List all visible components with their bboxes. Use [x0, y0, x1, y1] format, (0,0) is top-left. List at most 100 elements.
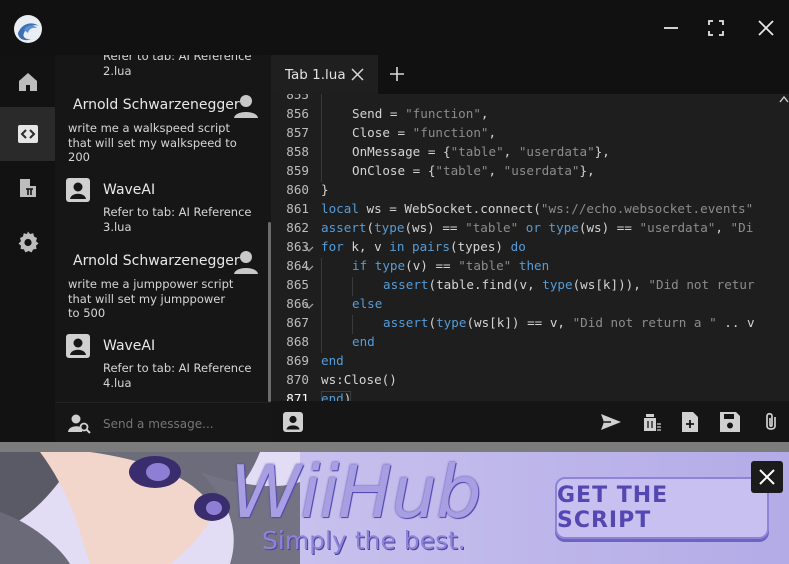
code-line: OnMessage = {"table", "userdata"}, [352, 144, 610, 159]
script-hub-icon [19, 179, 36, 197]
code-token: , [488, 163, 504, 178]
code-line: Send = "function", [352, 106, 489, 121]
add-tab-icon[interactable] [389, 66, 405, 82]
title-bar [0, 0, 789, 55]
tab-tab-1[interactable]: Tab 1.lua [271, 55, 378, 94]
chat-input-row [55, 402, 271, 442]
code-token: } [321, 182, 329, 197]
line-number: 855 [286, 94, 309, 102]
chat-sender-name: WaveAI [103, 338, 156, 354]
scroll-up-icon[interactable] [779, 95, 789, 103]
close-tab-icon[interactable] [351, 68, 364, 81]
code-token: (table.find(v, [428, 277, 543, 292]
code-token: OnMessage = { [352, 144, 451, 159]
code-token: local [321, 201, 359, 216]
chat-message-input[interactable] [101, 413, 267, 435]
line-number: 869 [286, 353, 309, 368]
code-token: ( [428, 315, 437, 330]
code-token: or [518, 220, 549, 235]
code-area[interactable]: 855 856 857 858 859 860 861 862 863 864 865 866 867 8… [271, 94, 789, 401]
line-number: 856 [286, 106, 309, 121]
indent-guide [352, 277, 353, 296]
indent-guide [352, 315, 353, 334]
new-file-icon[interactable] [679, 411, 701, 433]
attach-icon[interactable] [759, 411, 781, 433]
editor-tab-bar: Tab 1.lua [271, 55, 789, 94]
gear-icon [18, 231, 38, 253]
code-token: then [518, 258, 550, 273]
code-token: "userdata" [518, 144, 595, 159]
code-line: if type(v) == "table" then [352, 258, 549, 273]
code-token: "Did not return a " [572, 315, 717, 330]
code-token: "Di [730, 220, 754, 235]
code-token: do [510, 239, 526, 254]
close-icon[interactable] [754, 16, 778, 40]
save-icon[interactable] [719, 411, 741, 433]
chat-message-text: write me a jumppower script that will se… [68, 277, 234, 320]
maximize-icon[interactable] [704, 16, 728, 40]
code-line: OnClose = {"table", "userdata"}, [352, 163, 595, 178]
code-token: if [352, 258, 368, 273]
chat-sender-name: WaveAI [103, 182, 156, 198]
line-number: 861 [286, 201, 309, 216]
code-token: k, v [343, 239, 390, 254]
line-number: 860 [286, 182, 309, 197]
ai-assistant-icon[interactable] [282, 411, 304, 433]
ad-close-button[interactable] [751, 461, 783, 493]
left-navigation [0, 55, 55, 442]
code-token: "table" [450, 144, 504, 159]
wave-executor-window: Refer to tab: AI Reference 2.lua Arnold … [0, 0, 789, 442]
nav-home[interactable] [0, 55, 55, 109]
code-token: }, [594, 144, 610, 159]
ai-chat-panel: Refer to tab: AI Reference 2.lua Arnold … [55, 55, 271, 442]
editor-toolbar [271, 401, 789, 442]
code-token: Close = [352, 125, 413, 140]
line-number: 865 [286, 277, 309, 292]
code-token: type [548, 220, 579, 235]
code-token: "Did not retur [648, 277, 755, 292]
indent-guide [321, 106, 322, 125]
fold-chevron-icon[interactable] [304, 263, 314, 273]
code-token: pairs [412, 239, 450, 254]
user-avatar-icon [234, 251, 258, 274]
code-line: Close = "function", [352, 125, 496, 140]
code-icon [17, 125, 38, 143]
get-the-script-button[interactable]: GET THE SCRIPT [555, 477, 769, 539]
chat-message-list[interactable]: Refer to tab: AI Reference 2.lua Arnold … [55, 55, 269, 402]
close-icon [759, 469, 775, 485]
code-token: , [480, 106, 489, 121]
nav-script-hub[interactable] [0, 161, 55, 215]
code-token: ws = WebSocket.connect( [358, 201, 541, 216]
code-token: "table" [458, 258, 512, 273]
code-token: in [389, 239, 405, 254]
code-line: } [321, 182, 329, 197]
code-token: (ws) == [404, 220, 466, 235]
current-line-highlight [321, 391, 351, 401]
send-icon[interactable] [600, 411, 622, 433]
clear-icon[interactable] [640, 411, 662, 433]
line-number: 862 [286, 220, 309, 235]
code-token: assert [383, 315, 429, 330]
line-number: 859 [286, 163, 309, 178]
code-token: (ws) == [578, 220, 640, 235]
wave-logo-icon [14, 15, 42, 43]
code-line: end [321, 353, 344, 368]
code-token: type [436, 315, 467, 330]
code-token: OnClose = { [352, 163, 436, 178]
code-token: "function" [405, 106, 481, 121]
window-backdrop [0, 442, 789, 452]
fold-chevron-icon[interactable] [304, 244, 314, 254]
nav-editor[interactable] [0, 107, 55, 161]
indent-guide [321, 163, 322, 182]
advertisement-banner[interactable]: WiiHub Simply the best. GET THE SCRIPT [0, 452, 789, 564]
code-line: else [352, 296, 382, 311]
minimize-icon[interactable] [659, 16, 683, 40]
fold-chevron-icon[interactable] [304, 301, 314, 311]
code-token: type [542, 277, 573, 292]
chat-message-text: Refer to tab: AI Reference 4.lua [103, 361, 252, 390]
code-token: (ws[k])), [572, 277, 649, 292]
line-number: 871 [286, 391, 309, 401]
nav-settings[interactable] [0, 215, 55, 269]
code-line: end [352, 334, 375, 349]
